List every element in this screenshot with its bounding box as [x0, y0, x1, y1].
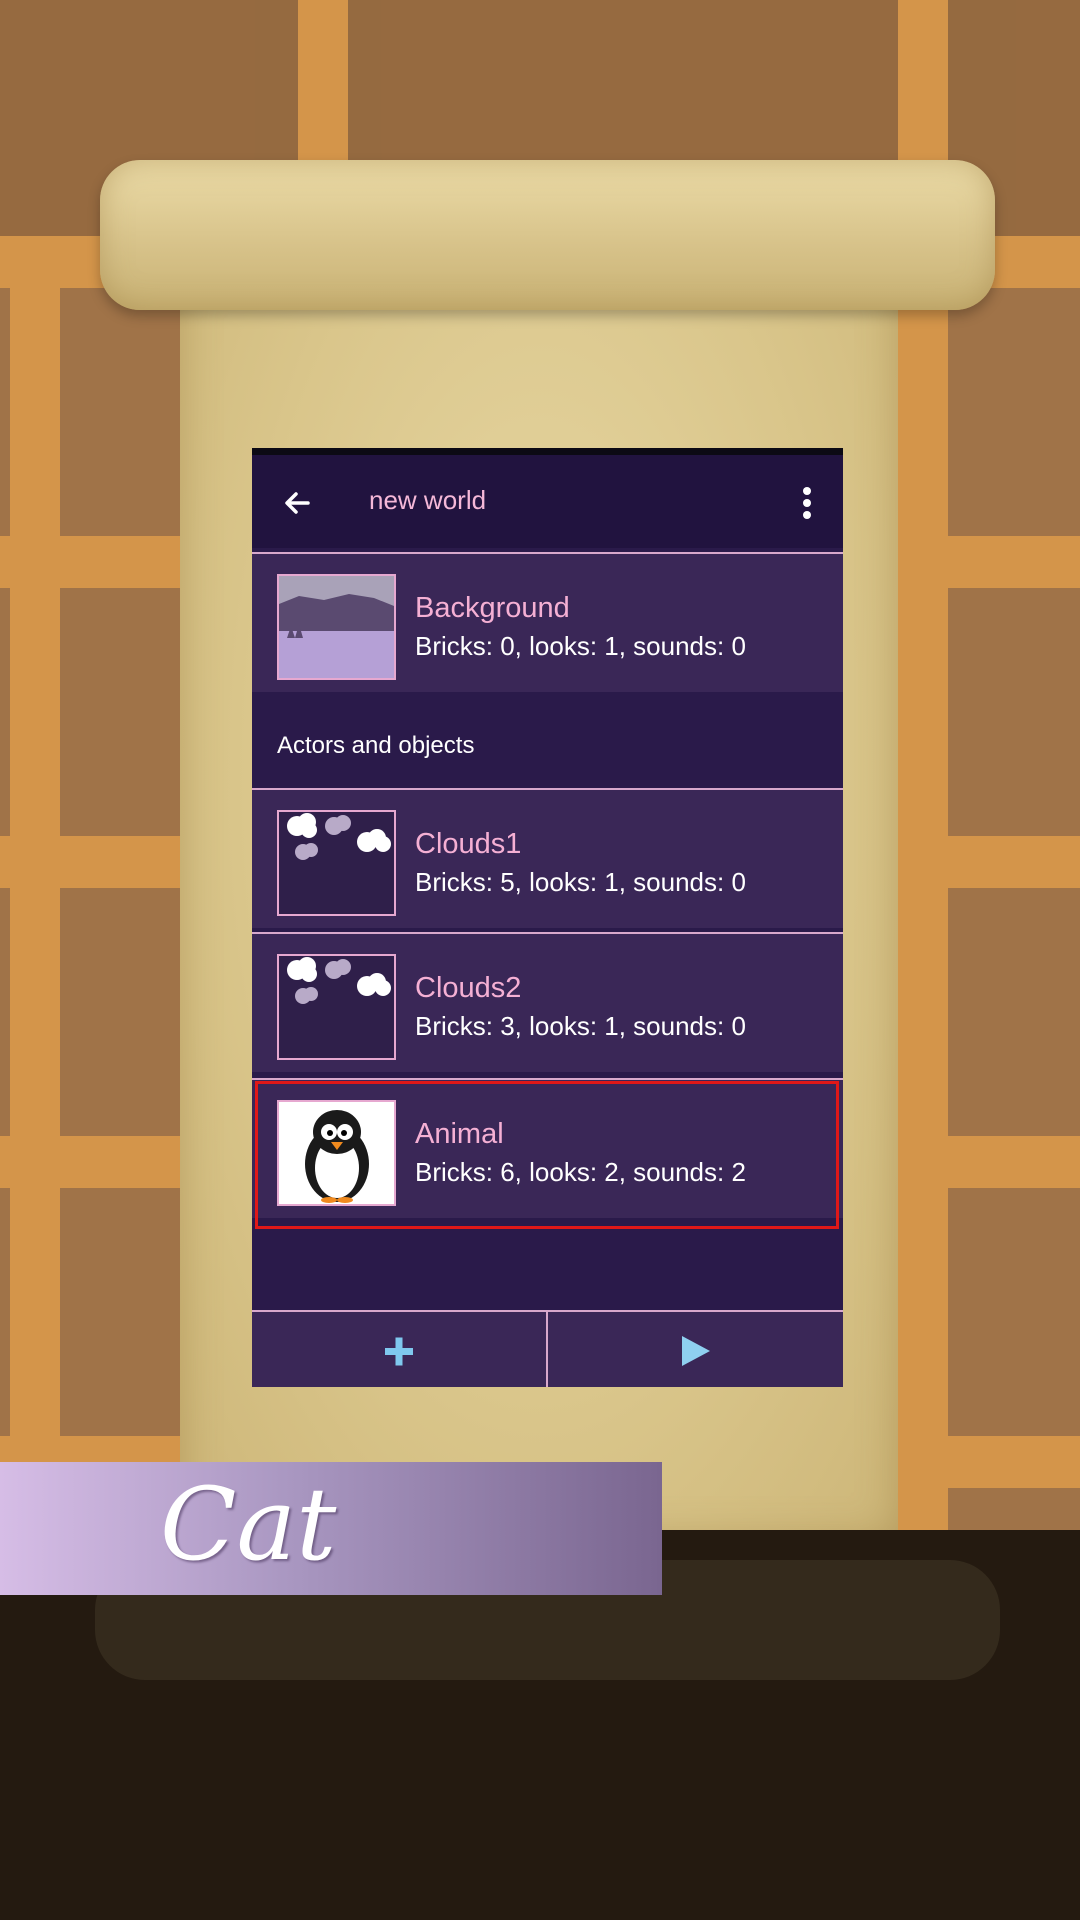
- selection-highlight: [255, 1081, 839, 1229]
- add-button[interactable]: [252, 1312, 546, 1387]
- list-item-background[interactable]: Background Bricks: 0, looks: 1, sounds: …: [252, 554, 843, 692]
- object-info: Bricks: 0, looks: 1, sounds: 0: [415, 631, 746, 661]
- background-thumbnail: [277, 574, 396, 680]
- caption-banner: Cat: [0, 1462, 662, 1595]
- play-button[interactable]: [548, 1312, 842, 1387]
- object-name: Background: [415, 592, 570, 624]
- list-item-clouds1[interactable]: Clouds1 Bricks: 5, looks: 1, sounds: 0: [252, 790, 843, 928]
- toolbar: new world: [252, 455, 843, 548]
- object-name: Clouds1: [415, 828, 522, 860]
- scroll-roll-top: [100, 160, 995, 310]
- status-bar: [252, 448, 843, 455]
- banner-text: Cat: [160, 1466, 337, 1583]
- clouds-thumbnail: [277, 954, 396, 1060]
- object-info: Bricks: 3, looks: 1, sounds: 0: [415, 1011, 746, 1041]
- section-label: Actors and objects: [277, 732, 475, 759]
- plus-icon: [385, 1337, 413, 1366]
- page-title: new world: [369, 485, 487, 515]
- clouds-thumbnail: [277, 810, 396, 916]
- arrow-left-icon[interactable]: [278, 483, 318, 523]
- bottom-bar: [252, 1310, 843, 1387]
- play-icon: [682, 1336, 710, 1366]
- more-vert-icon[interactable]: [792, 481, 822, 525]
- app-screen: new world Background Bricks: 0, looks: 1…: [252, 448, 843, 1387]
- object-info: Bricks: 5, looks: 1, sounds: 0: [415, 867, 746, 897]
- object-name: Clouds2: [415, 972, 522, 1004]
- list-item-clouds2[interactable]: Clouds2 Bricks: 3, looks: 1, sounds: 0: [252, 934, 843, 1072]
- section-header: Actors and objects: [252, 698, 843, 790]
